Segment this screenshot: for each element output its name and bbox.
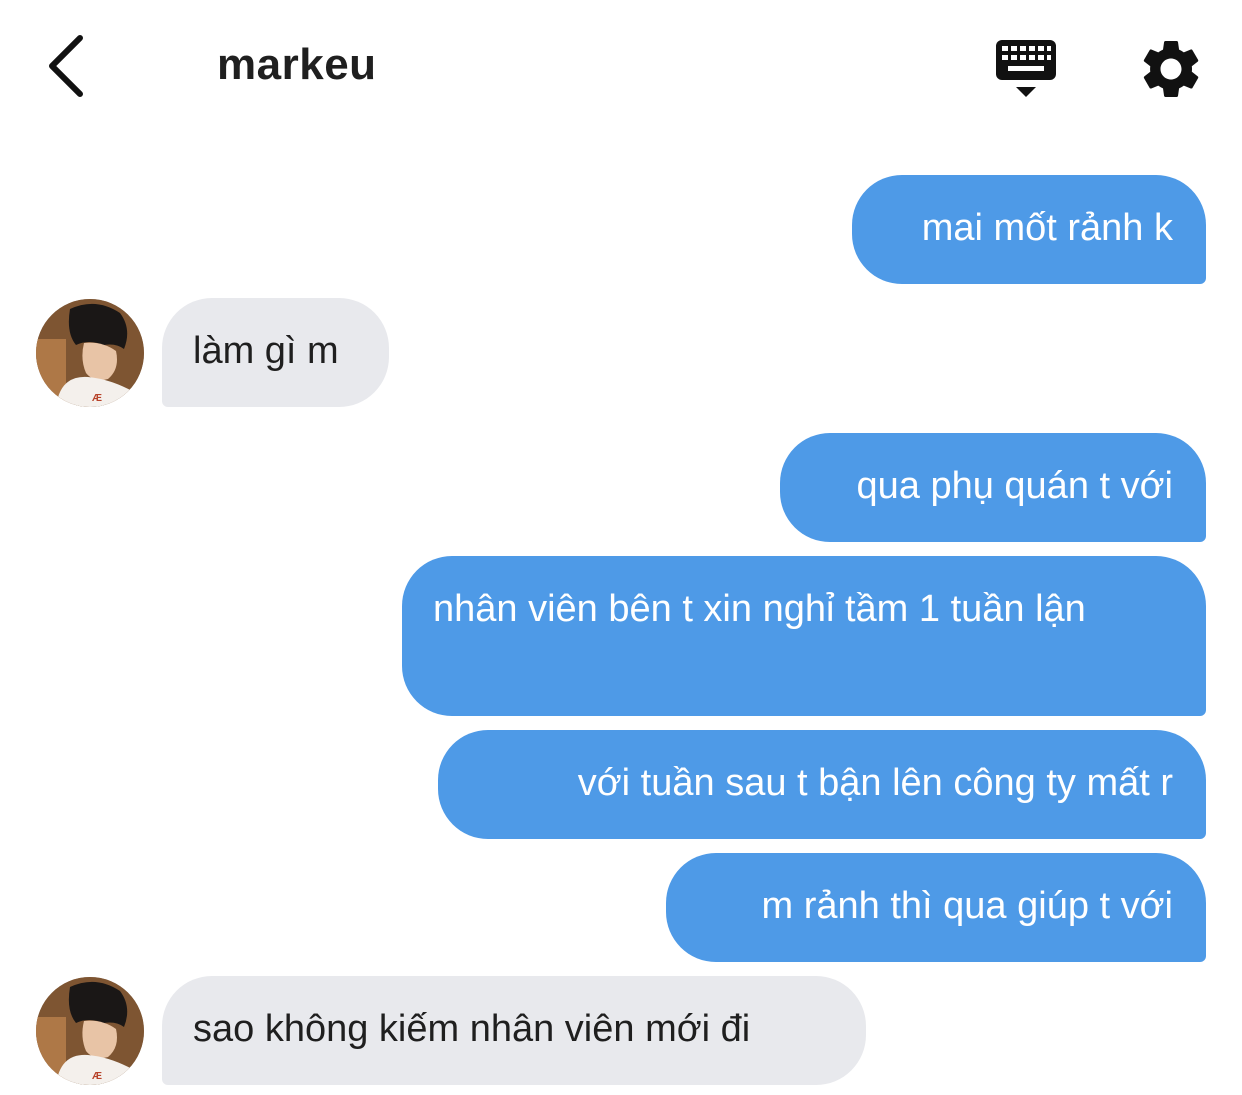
conversation-title[interactable]: markeu	[217, 40, 377, 90]
message-bubble-incoming[interactable]: làm gì m	[162, 298, 389, 407]
chevron-left-icon	[49, 35, 83, 97]
svg-text:Æ: Æ	[92, 1071, 102, 1082]
keyboard-icon	[996, 40, 1056, 97]
message-bubble-incoming[interactable]: sao không kiếm nhân viên mới đi	[162, 976, 866, 1085]
message-bubble-outgoing[interactable]: qua phụ quán t với	[780, 433, 1206, 542]
message-bubble-outgoing[interactable]: với tuần sau t bận lên công ty mất r	[438, 730, 1206, 839]
back-button[interactable]	[36, 30, 96, 102]
chat-header: markeu	[0, 0, 1242, 135]
svg-text:Æ: Æ	[92, 393, 102, 404]
message-bubble-outgoing[interactable]: nhân viên bên t xin nghỉ tầm 1 tuần lận	[402, 556, 1206, 716]
message-bubble-outgoing[interactable]: m rảnh thì qua giúp t với	[666, 853, 1206, 962]
chat-screen: markeu mai mốt rảnh k Æ làm gì m qua phụ…	[0, 0, 1242, 1095]
gear-icon	[1143, 40, 1199, 97]
avatar[interactable]: Æ	[36, 977, 144, 1085]
keyboard-button[interactable]	[990, 36, 1062, 102]
avatar[interactable]: Æ	[36, 299, 144, 407]
message-bubble-outgoing[interactable]: mai mốt rảnh k	[852, 175, 1206, 284]
settings-button[interactable]	[1136, 34, 1206, 104]
